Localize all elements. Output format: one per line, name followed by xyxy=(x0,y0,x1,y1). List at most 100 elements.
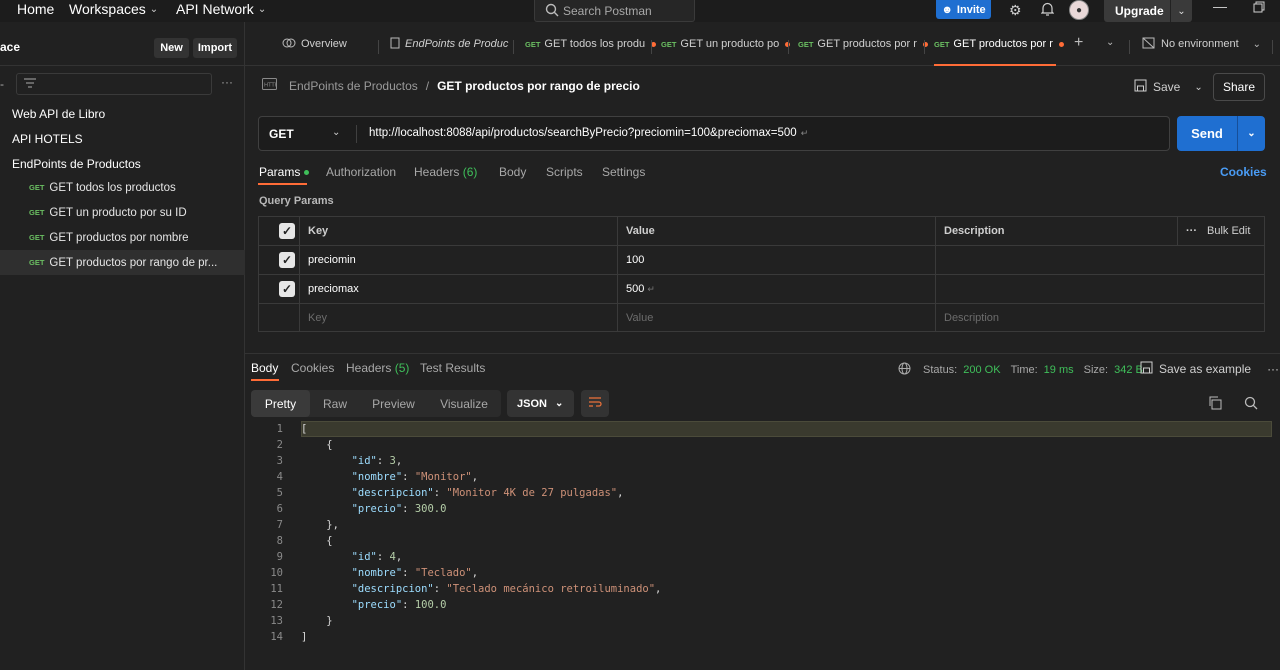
format-pretty[interactable]: Pretty xyxy=(251,390,310,417)
tab-divider xyxy=(651,40,652,54)
url-input[interactable]: http://localhost:8088/api/productos/sear… xyxy=(369,127,808,139)
param-value[interactable]: 100 xyxy=(617,246,936,274)
line-number: 12 xyxy=(270,599,283,611)
chevron-down-icon[interactable]: ⌄ xyxy=(1170,0,1192,22)
globe-icon[interactable] xyxy=(898,362,911,378)
nav-workspaces[interactable]: Workspaces ⌄ xyxy=(69,1,158,17)
import-button[interactable]: Import xyxy=(193,38,237,58)
tab-request[interactable]: GET GET un producto po xyxy=(661,22,791,66)
chevron-down-icon[interactable]: ⌄ xyxy=(332,127,340,138)
share-button[interactable]: Share xyxy=(1213,73,1265,101)
invite-button[interactable]: ☻ Invite xyxy=(936,0,991,19)
new-button[interactable]: New xyxy=(154,38,189,58)
send-button[interactable]: Send ⌄ xyxy=(1177,116,1265,151)
param-key[interactable]: preciomax xyxy=(299,275,618,303)
language-select[interactable]: JSON ⌄ xyxy=(507,390,574,417)
description-placeholder-input[interactable]: Description xyxy=(935,304,1264,332)
tab-collection[interactable]: EndPoints de Produc xyxy=(390,22,508,66)
nav-home[interactable]: Home xyxy=(17,1,54,17)
maximize-icon[interactable] xyxy=(1253,0,1265,16)
status-value[interactable]: 200 OK xyxy=(963,364,1000,376)
upgrade-button[interactable]: Upgrade ⌄ xyxy=(1104,0,1192,22)
code-text: "descripcion": "Teclado mecánico retroil… xyxy=(351,583,662,595)
tab-request-active[interactable]: GET GET productos por r xyxy=(934,22,1064,66)
time-value[interactable]: 19 ms xyxy=(1044,364,1074,376)
bulk-edit-button[interactable]: ··· Bulk Edit xyxy=(1177,217,1264,245)
response-tab-body[interactable]: Body xyxy=(251,361,278,375)
param-description[interactable] xyxy=(935,275,1264,303)
format-raw[interactable]: Raw xyxy=(313,390,357,417)
response-tab-test-results[interactable]: Test Results xyxy=(420,361,485,375)
sidebar-request[interactable]: GET GET todos los productos xyxy=(0,175,245,200)
code-line: 13 } xyxy=(245,613,1280,629)
tab-request[interactable]: GET GET todos los produ xyxy=(525,22,657,66)
wrap-lines-button[interactable] xyxy=(581,390,609,417)
copy-icon[interactable] xyxy=(1208,396,1222,413)
method-select[interactable]: GET xyxy=(269,127,294,141)
more-icon[interactable]: ··· xyxy=(1267,362,1279,376)
request-label: GET todos los productos xyxy=(49,181,176,194)
tab-request[interactable]: GET GET productos por r xyxy=(798,22,928,66)
bell-icon[interactable] xyxy=(1040,2,1055,19)
line-number: 4 xyxy=(276,471,283,483)
search-icon[interactable] xyxy=(1244,396,1258,413)
tab-label: Headers xyxy=(414,165,460,179)
breadcrumb-collection[interactable]: EndPoints de Productos xyxy=(289,79,418,93)
minimize-icon[interactable]: — xyxy=(1213,0,1227,14)
code-text: "id": 3, xyxy=(351,455,403,467)
param-value-text: 500 xyxy=(626,283,645,295)
nav-api-network[interactable]: API Network ⌄ xyxy=(176,1,266,17)
chevron-down-icon[interactable]: ⌄ xyxy=(1106,37,1114,48)
tab-params[interactable]: Params xyxy=(259,165,310,179)
search-box[interactable]: Search Postman xyxy=(534,0,695,22)
user-plus-icon: ☻ xyxy=(941,3,953,16)
tab-headers[interactable]: Headers (6) xyxy=(414,165,477,179)
chevron-down-icon[interactable]: ⌄ xyxy=(1237,116,1265,151)
tab-settings[interactable]: Settings xyxy=(602,165,645,179)
environment-select[interactable]: No environment ⌄ xyxy=(1142,22,1261,66)
add-icon[interactable]: - xyxy=(0,77,4,91)
sidebar-request-selected[interactable]: GET GET productos por rango de pr... xyxy=(0,250,245,275)
response-tab-cookies[interactable]: Cookies xyxy=(291,361,334,375)
checkbox[interactable]: ✓ xyxy=(279,281,295,297)
save-as-example-button[interactable]: Save as example ··· xyxy=(1140,361,1279,377)
breadcrumb-request: GET productos por rango de precio xyxy=(437,78,640,93)
key-placeholder-input[interactable]: Key xyxy=(299,304,618,332)
checkbox[interactable]: ✓ xyxy=(279,252,295,268)
cookies-link[interactable]: Cookies xyxy=(1220,165,1267,179)
code-text: "nombre": "Teclado", xyxy=(351,567,479,579)
new-tab-icon[interactable]: + xyxy=(1074,34,1083,52)
response-body-viewer[interactable]: 1[2 {3 "id": 3, 4 "nombre": "Monitor", 5 "… xyxy=(245,421,1280,651)
tab-body[interactable]: Body xyxy=(499,165,526,179)
workspace-title: ace xyxy=(0,40,21,54)
response-tab-headers[interactable]: Headers (5) xyxy=(346,361,409,375)
collection-web-api-de-libro[interactable]: Web API de Libro xyxy=(12,107,105,121)
save-button[interactable]: Save ⌄ xyxy=(1134,73,1203,101)
settings-icon[interactable]: ⚙ xyxy=(1009,2,1022,19)
checkbox-all[interactable]: ✓ xyxy=(279,223,295,239)
sidebar-request[interactable]: GET GET productos por nombre xyxy=(0,225,245,250)
param-value[interactable]: 500 ↵ xyxy=(617,275,936,303)
format-visualize[interactable]: Visualize xyxy=(431,390,497,417)
tab-scripts[interactable]: Scripts xyxy=(546,165,583,179)
tab-overview[interactable]: Overview xyxy=(282,22,347,66)
chevron-down-icon[interactable]: ⌄ xyxy=(1194,82,1202,93)
http-icon: HTTP xyxy=(262,78,279,93)
param-description[interactable] xyxy=(935,246,1264,274)
format-preview[interactable]: Preview xyxy=(361,390,426,417)
method-badge: GET xyxy=(29,233,45,242)
save-icon xyxy=(1134,79,1147,95)
sidebar-request[interactable]: GET GET un producto por su ID xyxy=(0,200,245,225)
tab-authorization[interactable]: Authorization xyxy=(326,165,396,179)
line-number: 14 xyxy=(270,631,283,643)
collection-api-hotels[interactable]: API HOTELS xyxy=(12,132,83,146)
value-placeholder-input[interactable]: Value xyxy=(617,304,936,332)
collection-endpoints-de-productos[interactable]: EndPoints de Productos xyxy=(12,157,141,171)
more-icon[interactable]: ··· xyxy=(221,75,233,89)
size-value[interactable]: 342 B xyxy=(1114,364,1143,376)
code-text: { xyxy=(301,439,333,451)
avatar[interactable]: ● xyxy=(1069,0,1089,20)
code-text: ] xyxy=(301,631,308,643)
sidebar-search-input[interactable] xyxy=(16,73,212,95)
param-key[interactable]: preciomin xyxy=(299,246,618,274)
